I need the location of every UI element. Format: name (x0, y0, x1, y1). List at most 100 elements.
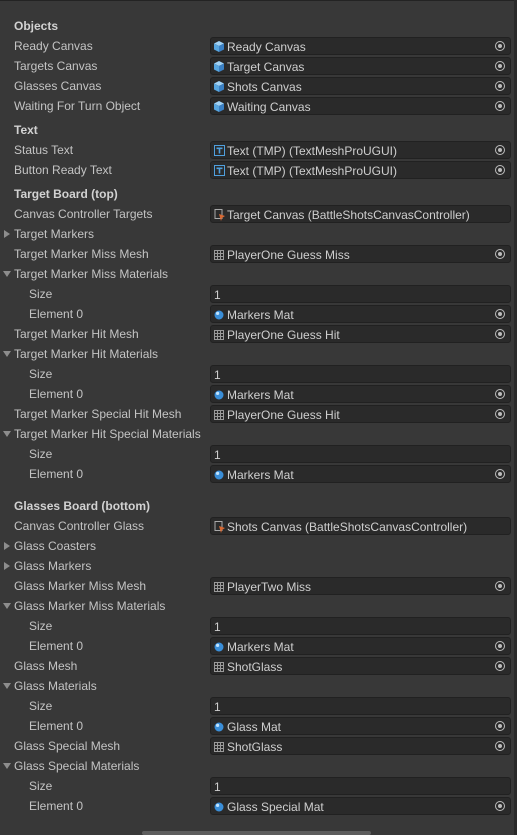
foldout-row[interactable]: Glass Marker Miss Materials (0, 596, 517, 616)
foldout-collapsed-arrow-icon[interactable] (4, 562, 10, 570)
array-size-value: 1 (214, 448, 221, 462)
object-reference-field[interactable]: Glass Special Mat (210, 797, 511, 815)
script-icon (214, 521, 225, 533)
script-icon (214, 209, 225, 221)
object-reference-field[interactable]: Markers Mat (210, 305, 511, 323)
foldout-row[interactable]: Target Markers (0, 224, 517, 244)
foldout-collapsed-arrow-icon[interactable] (4, 230, 10, 238)
property-label: Targets Canvas (14, 59, 98, 73)
material-icon (214, 469, 224, 480)
property-row: Canvas Controller Glass Shots Canvas (Bat… (0, 516, 517, 536)
foldout-collapsed-arrow-icon[interactable] (4, 542, 10, 550)
property-label: Element 0 (29, 467, 84, 481)
foldout-expanded-arrow-icon[interactable] (3, 351, 11, 357)
object-reference-field[interactable]: Markers Mat (210, 385, 511, 403)
array-size-label: Size (29, 367, 53, 381)
object-reference-field[interactable]: PlayerOne Guess Miss (210, 245, 511, 263)
object-reference-field[interactable]: PlayerOne Guess Hit (210, 325, 511, 343)
foldout-expanded-arrow-icon[interactable] (3, 603, 11, 609)
object-reference-field[interactable]: Ready Canvas (210, 37, 511, 55)
property-label: Element 0 (29, 719, 84, 733)
property-row: Glass Mesh ShotGlass (0, 656, 517, 676)
array-size-input[interactable]: 1 (210, 285, 511, 303)
foldout-row[interactable]: Glass Special Materials (0, 756, 517, 776)
array-size-input[interactable]: 1 (210, 365, 511, 383)
array-element-row: Element 0 Markers Mat (0, 304, 517, 324)
foldout-label[interactable]: Glass Special Materials (14, 759, 139, 773)
object-reference-value: Glass Special Mat (227, 800, 324, 814)
object-reference-value: Text (TMP) (TextMeshProUGUI) (227, 144, 398, 158)
top-border (0, 0, 517, 1)
object-reference-field[interactable]: Text (TMP) (TextMeshProUGUI) (210, 161, 511, 179)
object-picker-icon[interactable] (495, 329, 505, 339)
object-reference-field[interactable]: Shots Canvas (BattleShotsCanvasControlle… (210, 517, 511, 535)
foldout-expanded-arrow-icon[interactable] (3, 683, 11, 689)
textmeshpro-icon (214, 165, 225, 176)
object-picker-icon[interactable] (495, 101, 505, 111)
object-reference-value: Ready Canvas (227, 40, 306, 54)
array-size-input[interactable]: 1 (210, 777, 511, 795)
object-reference-field[interactable]: Text (TMP) (TextMeshProUGUI) (210, 141, 511, 159)
array-size-label: Size (29, 619, 53, 633)
foldout-label[interactable]: Glass Markers (14, 559, 91, 573)
object-picker-icon[interactable] (495, 165, 505, 175)
foldout-row[interactable]: Target Marker Hit Special Materials (0, 424, 517, 444)
object-reference-field[interactable]: Target Canvas (BattleShotsCanvasControll… (210, 205, 511, 223)
property-row: Waiting For Turn Object Waiting Canvas (0, 96, 517, 116)
object-picker-icon[interactable] (495, 641, 505, 651)
foldout-label[interactable]: Glass Coasters (14, 539, 96, 553)
object-reference-field[interactable]: PlayerOne Guess Hit (210, 405, 511, 423)
object-picker-icon[interactable] (495, 741, 505, 751)
object-reference-field[interactable]: Markers Mat (210, 637, 511, 655)
object-picker-icon[interactable] (495, 81, 505, 91)
object-picker-icon[interactable] (495, 61, 505, 71)
property-label: Target Marker Special Hit Mesh (14, 407, 182, 421)
foldout-label[interactable]: Target Markers (14, 227, 94, 241)
foldout-row[interactable]: Glass Materials (0, 676, 517, 696)
foldout-expanded-arrow-icon[interactable] (3, 271, 11, 277)
array-size-input[interactable]: 1 (210, 697, 511, 715)
foldout-label[interactable]: Glass Marker Miss Materials (14, 599, 165, 613)
object-picker-icon[interactable] (495, 309, 505, 319)
property-row: Target Marker Special Hit Mesh PlayerOne … (0, 404, 517, 424)
foldout-label[interactable]: Target Marker Hit Special Materials (14, 427, 201, 441)
object-reference-field[interactable]: Waiting Canvas (210, 97, 511, 115)
property-label: Target Marker Miss Mesh (14, 247, 149, 261)
object-picker-icon[interactable] (495, 721, 505, 731)
object-reference-value: PlayerOne Guess Hit (227, 328, 340, 342)
horizontal-scrollbar[interactable] (142, 831, 371, 835)
object-reference-field[interactable]: ShotGlass (210, 657, 511, 675)
foldout-row[interactable]: Target Marker Miss Materials (0, 264, 517, 284)
gameobject-icon (214, 81, 224, 92)
foldout-row[interactable]: Glass Markers (0, 556, 517, 576)
object-reference-field[interactable]: ShotGlass (210, 737, 511, 755)
array-size-input[interactable]: 1 (210, 617, 511, 635)
object-reference-value: Shots Canvas (227, 80, 302, 94)
foldout-row[interactable]: Target Marker Hit Materials (0, 344, 517, 364)
object-picker-icon[interactable] (495, 41, 505, 51)
object-picker-icon[interactable] (495, 661, 505, 671)
foldout-label[interactable]: Target Marker Miss Materials (14, 267, 168, 281)
object-picker-icon[interactable] (495, 801, 505, 811)
foldout-label[interactable]: Target Marker Hit Materials (14, 347, 158, 361)
object-picker-icon[interactable] (495, 469, 505, 479)
object-picker-icon[interactable] (495, 409, 505, 419)
object-reference-field[interactable]: Target Canvas (210, 57, 511, 75)
foldout-expanded-arrow-icon[interactable] (3, 763, 11, 769)
array-size-input[interactable]: 1 (210, 445, 511, 463)
object-picker-icon[interactable] (495, 145, 505, 155)
material-icon (214, 389, 224, 400)
section-header-label: Target Board (top) (14, 187, 118, 201)
array-size-label: Size (29, 447, 53, 461)
object-reference-field[interactable]: PlayerTwo Miss (210, 577, 511, 595)
object-picker-icon[interactable] (495, 389, 505, 399)
object-picker-icon[interactable] (495, 249, 505, 259)
object-reference-field[interactable]: Shots Canvas (210, 77, 511, 95)
foldout-row[interactable]: Glass Coasters (0, 536, 517, 556)
foldout-label[interactable]: Glass Materials (14, 679, 97, 693)
object-reference-field[interactable]: Glass Mat (210, 717, 511, 735)
object-reference-field[interactable]: Markers Mat (210, 465, 511, 483)
property-row: Ready Canvas Ready Canvas (0, 36, 517, 56)
foldout-expanded-arrow-icon[interactable] (3, 431, 11, 437)
object-picker-icon[interactable] (495, 581, 505, 591)
